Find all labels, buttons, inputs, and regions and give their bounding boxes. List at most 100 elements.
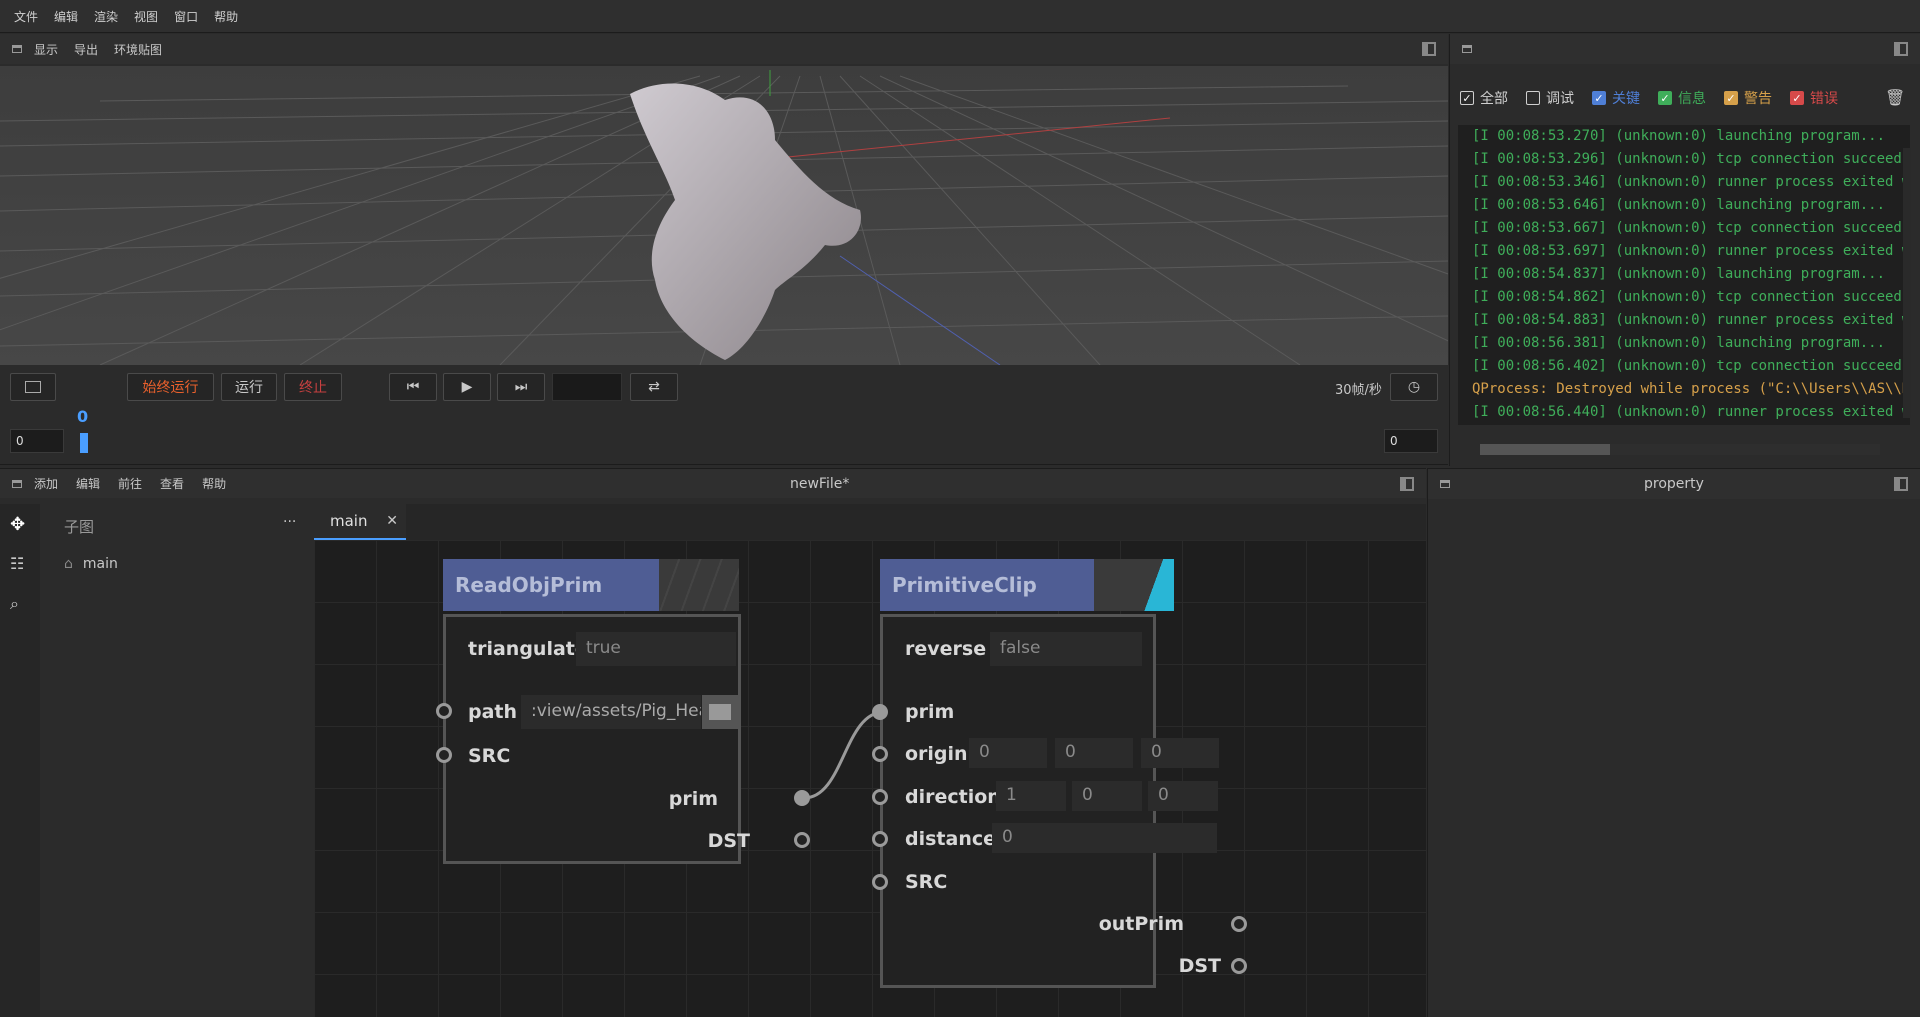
checkbox-icon[interactable]: ✓: [1658, 91, 1672, 105]
port-distance[interactable]: [872, 831, 888, 847]
close-icon[interactable]: ✕: [386, 513, 398, 529]
folder-button[interactable]: [702, 695, 738, 729]
timeline-cursor[interactable]: [80, 433, 88, 453]
port-src[interactable]: [436, 747, 452, 763]
triangulate-field[interactable]: true: [576, 632, 736, 666]
direction-x-field[interactable]: 1: [996, 781, 1066, 811]
log-filter-label: 信息: [1678, 91, 1706, 107]
log-filter-4[interactable]: ✓ 警告: [1724, 88, 1772, 108]
port-clip-dst[interactable]: [1231, 958, 1247, 974]
frame-input[interactable]: [552, 373, 622, 401]
path-field[interactable]: :view/assets/Pig_Head.obj: [521, 695, 701, 729]
menu-help[interactable]: 帮助: [214, 8, 238, 25]
panel-menu-icon[interactable]: [12, 479, 22, 488]
dock-toggle-icon[interactable]: [1400, 476, 1414, 491]
start-frame-input[interactable]: 0: [10, 429, 64, 453]
log-filter-5[interactable]: ✓ 错误: [1790, 88, 1838, 108]
nodes-icon[interactable]: ✥: [10, 514, 25, 535]
log-vscrollbar[interactable]: [1903, 148, 1911, 418]
menu-window[interactable]: 窗口: [174, 8, 198, 25]
end-frame-input[interactable]: 0: [1384, 429, 1438, 453]
trash-icon[interactable]: 🗑: [1885, 88, 1905, 107]
menu-edit[interactable]: 编辑: [54, 8, 78, 25]
panel-menu-icon[interactable]: [1440, 480, 1450, 488]
editor-menu-goto[interactable]: 前往: [118, 475, 142, 492]
port-origin[interactable]: [872, 746, 888, 762]
direction-z-field[interactable]: 0: [1148, 781, 1218, 811]
log-hscrollbar[interactable]: [1480, 444, 1880, 455]
editor-menu-view[interactable]: 查看: [160, 475, 184, 492]
editor-menu-edit[interactable]: 编辑: [76, 475, 100, 492]
log-filter-0[interactable]: ✓ 全部: [1460, 88, 1508, 108]
port-outprim[interactable]: [1231, 916, 1247, 932]
log-filters: ✓ 全部 调试 ✓ 关键 ✓ 信息 ✓ 警告 ✓ 错误: [1460, 88, 1856, 108]
checkbox-icon[interactable]: ✓: [1460, 91, 1474, 105]
skip-back-icon: ⏮: [406, 379, 420, 395]
loop-button[interactable]: ⇄: [630, 373, 678, 401]
node-readobjprim-header[interactable]: ReadObjPrim: [443, 559, 739, 611]
log-filter-2[interactable]: ✓ 关键: [1592, 88, 1640, 108]
viewport-menu-display[interactable]: 显示: [34, 41, 58, 58]
subgraph-item-main[interactable]: ⌂ main: [64, 556, 118, 572]
distance-field[interactable]: 0: [992, 823, 1217, 853]
screenshot-button[interactable]: [10, 373, 56, 401]
play-button[interactable]: ▶: [443, 373, 491, 401]
node-primitiveclip-header[interactable]: PrimitiveClip: [880, 559, 1174, 611]
dock-toggle-icon[interactable]: [1894, 477, 1908, 491]
tree-icon[interactable]: ☷: [10, 554, 24, 573]
reverse-field[interactable]: false: [990, 632, 1142, 666]
menu-view[interactable]: 视图: [134, 8, 158, 25]
origin-z-field[interactable]: 0: [1141, 738, 1219, 768]
play-icon: ▶: [461, 379, 473, 395]
log-filter-1[interactable]: 调试: [1526, 88, 1574, 108]
port-prim-in[interactable]: [872, 704, 888, 720]
dock-toggle-icon[interactable]: [1422, 42, 1436, 56]
more-icon[interactable]: ···: [283, 514, 296, 530]
editor-menu-help[interactable]: 帮助: [202, 475, 226, 492]
always-run-button[interactable]: 始终运行: [127, 373, 214, 401]
prim-out-label: prim: [668, 788, 718, 810]
path-label: path: [468, 701, 518, 723]
panel-menu-icon[interactable]: [1462, 45, 1472, 53]
origin-x-field[interactable]: 0: [969, 738, 1047, 768]
menu-file[interactable]: 文件: [14, 8, 38, 25]
origin-y-field[interactable]: 0: [1055, 738, 1133, 768]
viewport-menu-export[interactable]: 导出: [74, 41, 98, 58]
log-header: [1450, 34, 1920, 64]
checkbox-icon[interactable]: ✓: [1592, 91, 1606, 105]
port-direction[interactable]: [872, 789, 888, 805]
dock-toggle-icon[interactable]: [1894, 42, 1908, 56]
run-button[interactable]: 运行: [221, 373, 277, 401]
checkbox-icon[interactable]: ✓: [1790, 91, 1804, 105]
stop-button[interactable]: 终止: [284, 373, 342, 401]
log-line: [I 00:08:53.667] (unknown:0) tcp connect…: [1472, 220, 1902, 236]
menu-render[interactable]: 渲染: [94, 8, 118, 25]
next-frame-button[interactable]: ⏭: [497, 373, 545, 401]
checkbox-icon[interactable]: [1526, 91, 1540, 105]
node-canvas[interactable]: ReadObjPrim triangulate true path :view/…: [314, 540, 1426, 1017]
port-prim-out[interactable]: [794, 790, 810, 806]
viewport-menu-envmap[interactable]: 环境贴图: [114, 41, 162, 58]
panel-menu-icon[interactable]: [12, 45, 22, 53]
checkbox-icon[interactable]: ✓: [1724, 91, 1738, 105]
log-line: [I 00:08:53.296] (unknown:0) tcp connect…: [1472, 151, 1902, 167]
prev-frame-button[interactable]: ⏮: [389, 373, 437, 401]
search-icon[interactable]: ⌕: [10, 594, 19, 614]
port-clip-src[interactable]: [872, 874, 888, 890]
log-output[interactable]: [I 00:08:53.270] (unknown:0) launching p…: [1458, 125, 1910, 425]
clip-src-label: SRC: [905, 871, 948, 893]
log-line: QProcess: Destroyed while process ("C:\\…: [1472, 381, 1910, 397]
port-path[interactable]: [436, 703, 452, 719]
log-line: [I 00:08:54.837] (unknown:0) launching p…: [1472, 266, 1886, 282]
port-dst[interactable]: [794, 832, 810, 848]
3d-viewport[interactable]: [0, 66, 1448, 365]
viewport-header: 显示 导出 环境贴图: [0, 34, 1448, 64]
clock-button[interactable]: ◷: [1390, 373, 1438, 401]
log-line: [I 00:08:56.440] (unknown:0) runner proc…: [1472, 404, 1910, 420]
tab-main[interactable]: main ✕: [314, 504, 406, 540]
log-filter-3[interactable]: ✓ 信息: [1658, 88, 1706, 108]
prim-in-label: prim: [905, 701, 955, 723]
direction-y-field[interactable]: 0: [1072, 781, 1142, 811]
editor-menu-add[interactable]: 添加: [34, 475, 58, 492]
log-hscroll-thumb[interactable]: [1480, 444, 1610, 455]
